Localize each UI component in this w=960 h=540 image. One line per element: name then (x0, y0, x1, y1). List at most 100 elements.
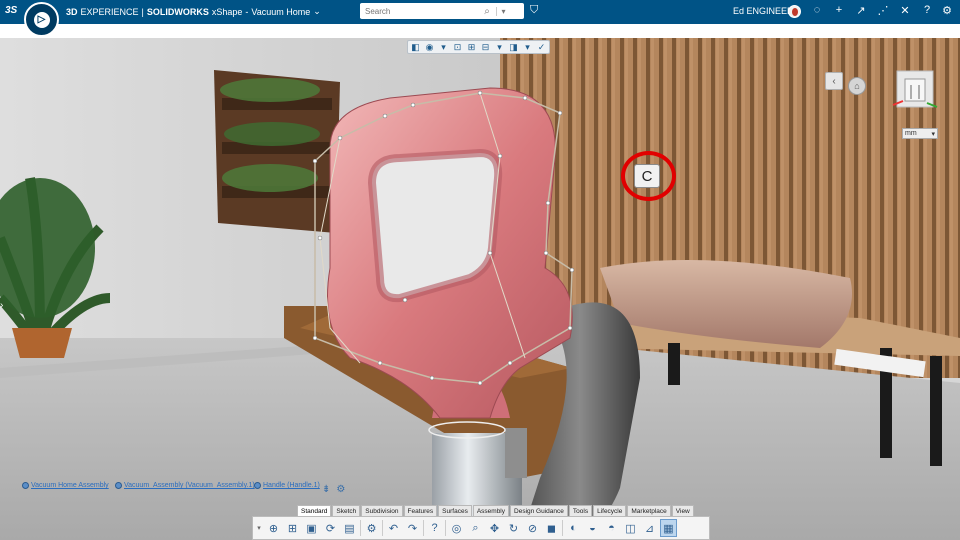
brand-app: xShape (211, 6, 243, 17)
brand-solidworks: SOLIDWORKS (146, 6, 209, 17)
display-mode-icon[interactable]: ◧ (410, 42, 421, 53)
compass-icon[interactable]: ▷ (24, 2, 59, 37)
grid-icon[interactable]: ⊞ (466, 42, 477, 53)
compass-play-icon[interactable]: ▷ (33, 11, 50, 28)
view-cube-icon[interactable]: ◼ (543, 519, 560, 537)
brand-3d: 3D (66, 6, 78, 17)
tree-item-label: Vacuum Home Assembly (31, 482, 109, 489)
tree-item-label: Vacuum_Assembly (Vacuum_Assembly.1) (124, 482, 255, 489)
separator (445, 520, 446, 536)
tab-surfaces[interactable]: Surfaces (438, 505, 472, 516)
tree-expand-icon[interactable]: ⇟ (322, 484, 330, 495)
expand-panel-icon[interactable]: › (0, 300, 10, 316)
highlight-ring (621, 151, 676, 201)
brand-dash: - (245, 6, 249, 17)
separator (382, 520, 383, 536)
3d-viewport[interactable]: › ◧ ◉ ▾ ⊡ ⊞ ⊟ ▾ ◨ ▾ ✓ ‹ ⌂ mm ▾ C Vacuum … (0, 38, 960, 540)
tab-view[interactable]: View (671, 505, 694, 516)
manage-icon[interactable]: ⟳ (322, 519, 339, 537)
wall-planter (214, 70, 340, 233)
measure-icon[interactable]: ⊿ (641, 519, 658, 537)
tab-marketplace[interactable]: Marketplace (627, 505, 671, 516)
check-icon[interactable]: ✓ (536, 42, 547, 53)
top-bar: 3S 3D EXPERIENCE | SOLIDWORKS xShape - Va… (0, 0, 960, 24)
share-icon[interactable]: ↗ (854, 4, 868, 17)
avatar[interactable] (788, 5, 801, 18)
tab-assembly[interactable]: Assembly (472, 505, 510, 516)
ds-logo: 3S (5, 5, 18, 16)
chevron-down-icon[interactable]: ▾ (522, 42, 533, 53)
search-dropdown[interactable]: ▾ (496, 6, 510, 16)
tools-icon[interactable]: ✕ (898, 4, 912, 17)
appearance-icon[interactable]: ◨ (508, 42, 519, 53)
undo-icon[interactable]: ↶ (385, 519, 402, 537)
search-icon[interactable]: ⌕ (478, 6, 496, 17)
document-title: Vacuum Home (251, 6, 311, 17)
separator (562, 520, 563, 536)
add-icon[interactable]: + (832, 4, 846, 16)
section-view-icon[interactable]: ⊟ (480, 42, 491, 53)
search-bar: ⌕ ▾ (360, 3, 524, 19)
previous-view-button[interactable]: ‹ (825, 72, 843, 90)
home-view-button[interactable]: ⌂ (848, 77, 866, 95)
tree-item-root[interactable]: Vacuum Home Assembly (22, 482, 109, 489)
tree-item-label: Handle (Handle.1) (263, 482, 320, 489)
new-component-icon[interactable]: ⊕ (265, 519, 282, 537)
assembly-icon (22, 482, 29, 489)
chevron-down-icon: ▾ (931, 130, 935, 138)
tab-lifecycle[interactable]: Lifecycle (593, 505, 627, 516)
chat-icon[interactable]: ◌ (810, 4, 824, 16)
zoom-icon[interactable]: ⌕ (467, 519, 484, 537)
network-icon[interactable]: ⋰ (876, 4, 890, 17)
help-icon[interactable]: ? (426, 519, 443, 537)
scene (0, 38, 960, 540)
material-icon[interactable]: ◓ (603, 519, 620, 537)
tree-item-handle[interactable]: Handle (Handle.1) (254, 482, 320, 489)
search-input[interactable] (360, 4, 478, 18)
fit-all-icon[interactable]: ◎ (448, 519, 465, 537)
gear-icon[interactable]: ⚙ (940, 4, 954, 17)
brand-experience: EXPERIENCE (80, 6, 139, 17)
tab-sketch[interactable]: Sketch (332, 505, 361, 516)
app-title[interactable]: 3D EXPERIENCE | SOLIDWORKS xShape - Vacuu… (66, 6, 321, 17)
tag-icon[interactable]: ⛉ (530, 4, 538, 17)
pan-icon[interactable]: ✥ (486, 519, 503, 537)
tab-tools[interactable]: Tools (568, 505, 593, 516)
appearance-icon[interactable]: ◒ (584, 519, 601, 537)
zoom-fit-icon[interactable]: ⊡ (452, 42, 463, 53)
sub-bar (0, 24, 960, 38)
redo-icon[interactable]: ↷ (404, 519, 421, 537)
action-bar-grip[interactable]: ▾ (255, 524, 263, 532)
separator (423, 520, 424, 536)
render-icon[interactable]: ▦ (660, 519, 677, 537)
separator (360, 520, 361, 536)
section-icon[interactable]: ◫ (622, 519, 639, 537)
tab-subdivision[interactable]: Subdivision (361, 505, 403, 516)
chevron-down-icon[interactable]: ▾ (438, 42, 449, 53)
tree-item-vacuum-assembly[interactable]: Vacuum_Assembly (Vacuum_Assembly.1) (115, 482, 255, 489)
chevron-down-icon[interactable]: ▾ (494, 42, 505, 53)
rotate-icon[interactable]: ↻ (505, 519, 522, 537)
help-icon[interactable]: ? (920, 4, 934, 16)
view-cube-icon[interactable] (889, 67, 941, 113)
properties-icon[interactable]: ▤ (341, 519, 358, 537)
unit-select[interactable]: mm ▾ (902, 128, 938, 139)
app-window: 3S 3D EXPERIENCE | SOLIDWORKS xShape - Va… (0, 0, 960, 540)
action-bar-tabs: Standard Sketch Subdivision Features Sur… (297, 505, 694, 516)
tab-features[interactable]: Features (403, 505, 438, 516)
hide-show-icon[interactable]: ◐ (565, 519, 582, 537)
user-name[interactable]: Ed ENGINEER (733, 6, 794, 16)
chevron-down-icon[interactable]: ⌄ (313, 6, 321, 17)
brand-divider: | (141, 6, 144, 17)
tab-design-guidance[interactable]: Design Guidance (510, 505, 568, 516)
part-icon (254, 482, 261, 489)
view-orientation-icon[interactable]: ◉ (424, 42, 435, 53)
tab-standard[interactable]: Standard (297, 505, 332, 516)
tree-tools: ⇟ ⚙ (322, 484, 345, 495)
zoom-area-icon[interactable]: ⊘ (524, 519, 541, 537)
settings-icon[interactable]: ⚙ (363, 519, 380, 537)
assembly-icon (115, 482, 122, 489)
tree-settings-icon[interactable]: ⚙ (336, 484, 345, 495)
insert-icon[interactable]: ⊞ (284, 519, 301, 537)
save-icon[interactable]: ▣ (303, 519, 320, 537)
